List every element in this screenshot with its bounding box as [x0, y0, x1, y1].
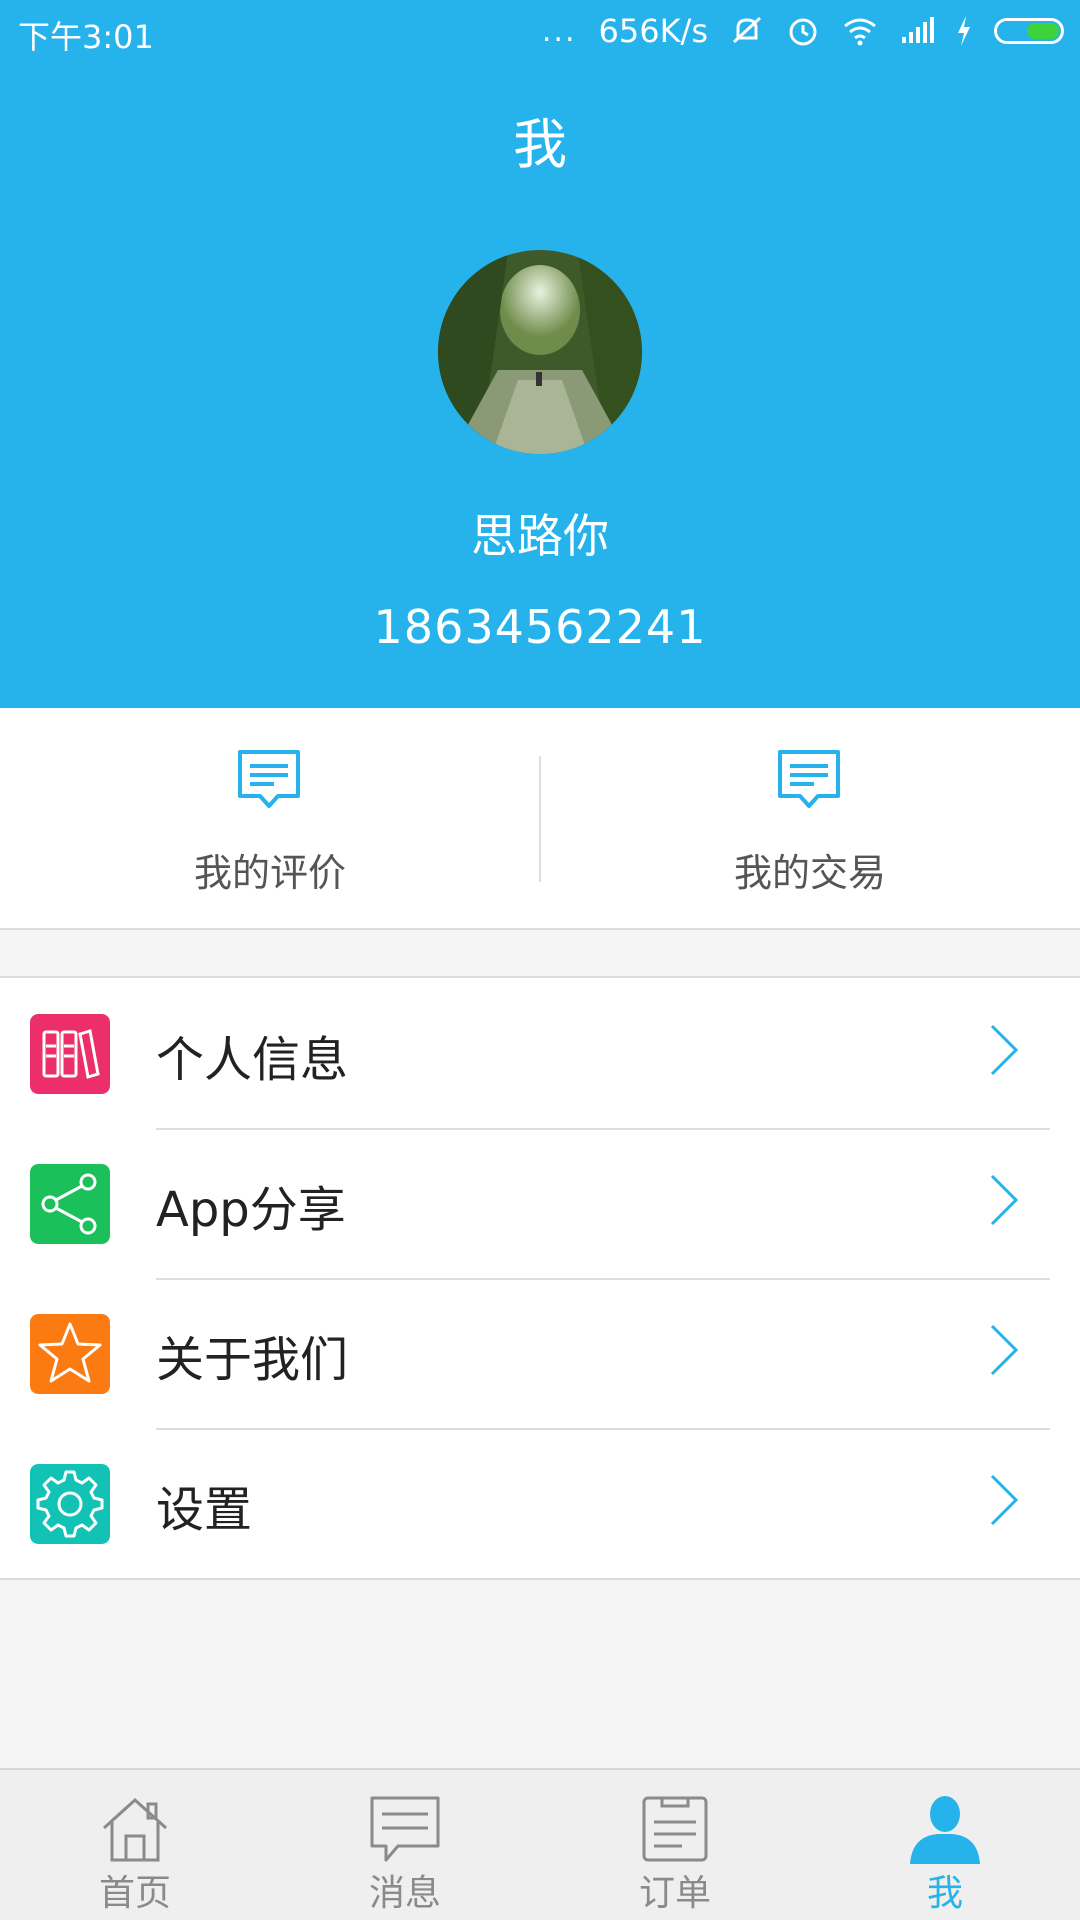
gear-icon — [30, 1464, 110, 1544]
network-speed: 656K/s — [598, 12, 708, 50]
menu-item-about-us[interactable]: 关于我们 — [0, 1278, 1080, 1428]
menu-item-app-share[interactable]: App分享 — [0, 1128, 1080, 1278]
my-trades-label: 我的交易 — [733, 851, 886, 895]
menu-label-app-share: App分享 — [156, 1182, 346, 1238]
more-dots: ... — [541, 13, 577, 49]
menu-item-settings[interactable]: 设置 — [0, 1428, 1080, 1578]
message-icon — [370, 1796, 440, 1862]
tab-home-label: 首页 — [98, 1873, 171, 1914]
tab-messages[interactable]: 消息 — [270, 1770, 540, 1920]
comment-icon — [238, 750, 300, 808]
bottom-tab-bar: 首页 消息 订单 我 — [0, 1768, 1080, 1920]
wifi-icon — [844, 18, 876, 46]
home-icon — [102, 1797, 168, 1862]
signal-icon — [902, 17, 934, 43]
menu-list: 个人信息 App分享 关于我们 设置 — [0, 976, 1080, 1580]
battery-icon — [994, 18, 1064, 44]
chevron-right-icon — [990, 1174, 1019, 1226]
order-icon — [642, 1796, 708, 1862]
status-bar: 下午3:01 ... 656K/s — [0, 0, 1080, 62]
menu-label-about-us: 关于我们 — [156, 1332, 349, 1388]
avatar[interactable] — [438, 250, 642, 454]
quick-actions: 我的评价 我的交易 — [0, 708, 1080, 930]
alarm-icon — [789, 18, 817, 46]
status-time: 下午3:01 — [18, 18, 154, 56]
avatar-photo — [438, 250, 642, 454]
menu-label-personal-info: 个人信息 — [156, 1032, 349, 1088]
page-title: 我 — [513, 113, 567, 176]
tab-orders-label: 订单 — [638, 1873, 711, 1914]
books-icon — [30, 1014, 110, 1094]
tab-home[interactable]: 首页 — [0, 1770, 270, 1920]
chevron-right-icon — [990, 1024, 1019, 1076]
my-trades-button[interactable]: 我的交易 — [540, 708, 1080, 928]
star-icon — [30, 1314, 110, 1394]
user-icon — [910, 1796, 980, 1864]
user-nickname: 思路你 — [471, 509, 609, 563]
tab-orders[interactable]: 订单 — [540, 1770, 810, 1920]
tab-me[interactable]: 我 — [810, 1770, 1080, 1920]
charging-icon — [958, 16, 970, 46]
comment-icon — [778, 750, 840, 808]
chevron-right-icon — [990, 1474, 1019, 1526]
tab-messages-label: 消息 — [368, 1873, 441, 1914]
chevron-right-icon — [990, 1324, 1019, 1376]
my-reviews-label: 我的评价 — [193, 851, 346, 895]
status-icons: ... 656K/s — [542, 10, 1064, 52]
profile-header: 下午3:01 ... 656K/s 我 思路你 18634562241 — [0, 0, 1080, 708]
my-reviews-button[interactable]: 我的评价 — [0, 708, 540, 928]
menu-item-personal-info[interactable]: 个人信息 — [0, 978, 1080, 1128]
tab-me-label: 我 — [926, 1873, 963, 1914]
user-phone: 18634562241 — [373, 600, 707, 654]
menu-label-settings: 设置 — [156, 1482, 253, 1538]
share-icon — [30, 1164, 110, 1244]
mute-icon — [732, 16, 762, 44]
